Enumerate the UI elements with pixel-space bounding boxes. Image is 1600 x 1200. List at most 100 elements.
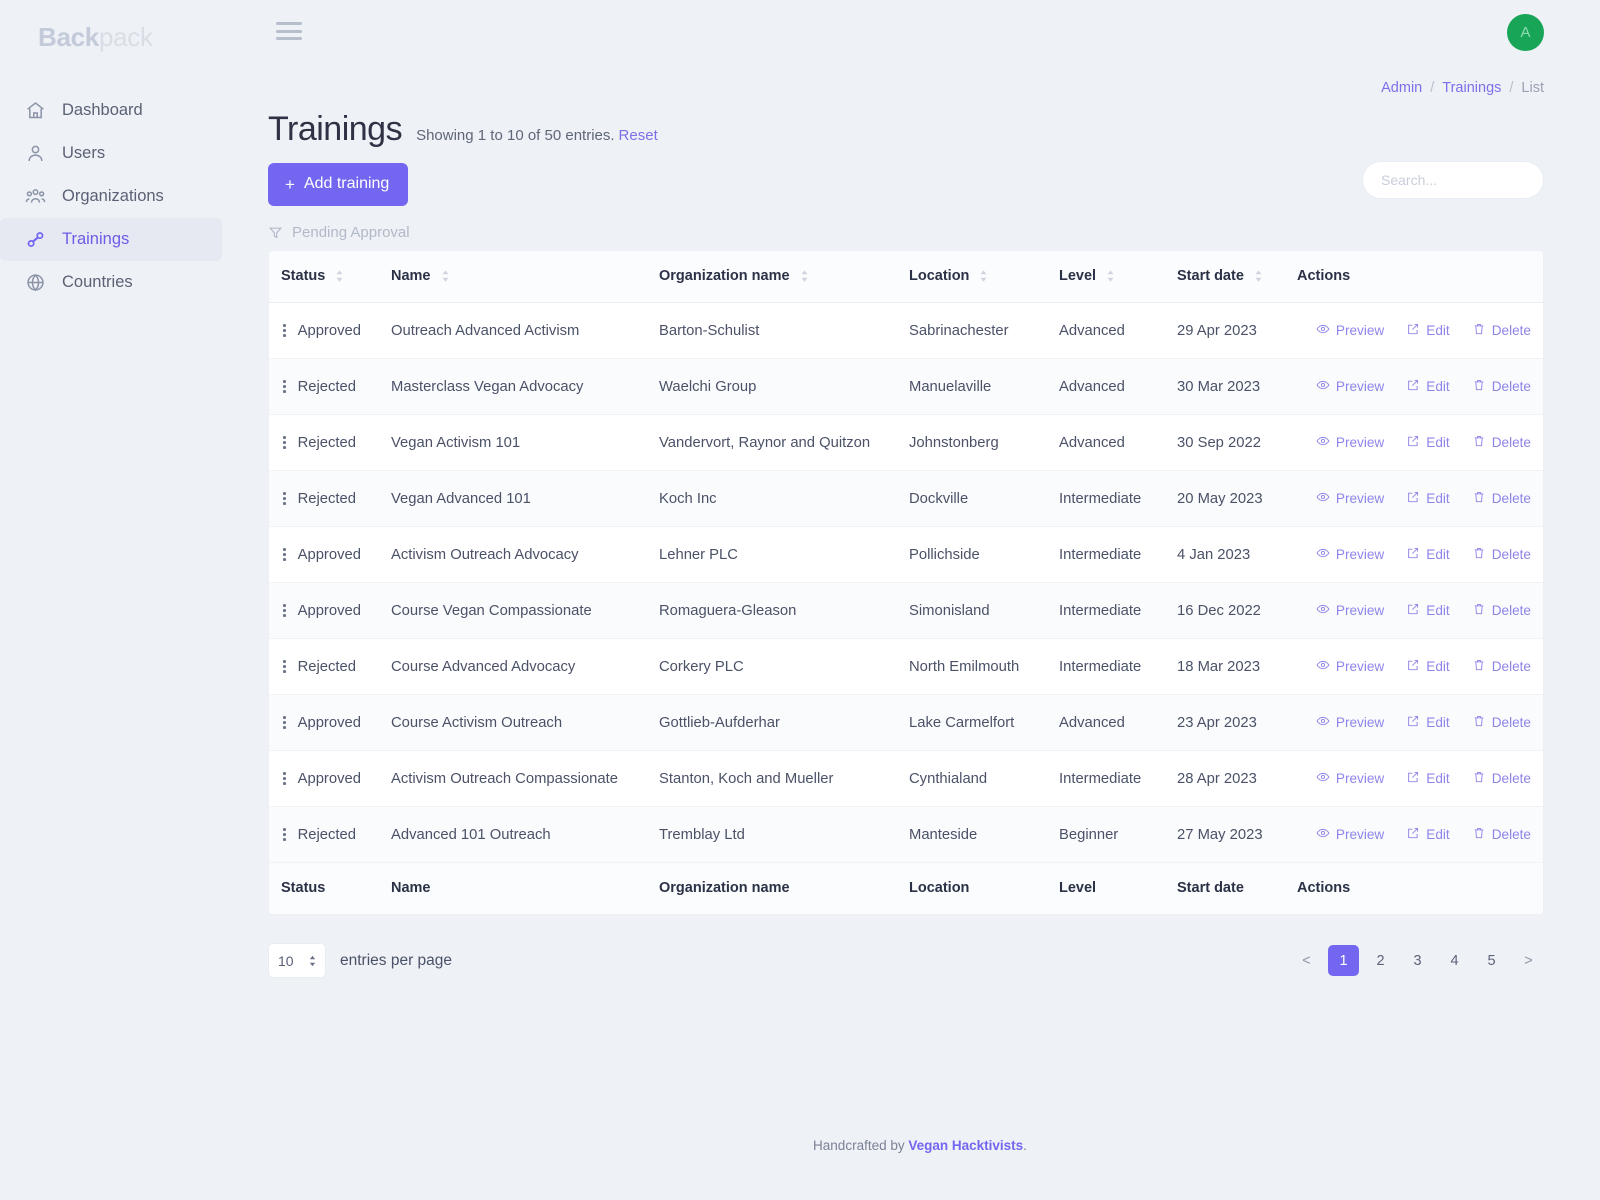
delete-action[interactable]: Delete: [1472, 490, 1531, 507]
cell-location: Pollichside: [909, 526, 1059, 583]
column-header-name[interactable]: Name: [391, 251, 659, 303]
table-row: Approved Activism Outreach Compassionate S…: [269, 750, 1543, 807]
delete-action[interactable]: Delete: [1472, 714, 1531, 731]
entries-per-page-select[interactable]: 10: [268, 943, 326, 978]
edit-action[interactable]: Edit: [1406, 322, 1450, 339]
preview-action[interactable]: Preview: [1316, 770, 1384, 787]
table-row: Rejected Vegan Advanced 101 Koch Inc Dockvi…: [269, 470, 1543, 527]
sidebar-item-label: Dashboard: [62, 101, 143, 119]
preview-action[interactable]: Preview: [1316, 322, 1384, 339]
row-menu-icon[interactable]: [281, 547, 288, 562]
delete-action[interactable]: Delete: [1472, 826, 1531, 843]
footer-link-vegan-hacktivists[interactable]: Vegan Hacktivists: [908, 1138, 1023, 1153]
pagination-prev[interactable]: <: [1291, 945, 1322, 976]
main-content: Trainings Showing 1 to 10 of 50 entries.…: [240, 0, 1600, 978]
sort-icon[interactable]: [800, 269, 809, 283]
eye-icon: [1316, 378, 1330, 395]
delete-label: Delete: [1491, 323, 1531, 338]
pagination-page-5[interactable]: 5: [1476, 945, 1507, 976]
edit-action[interactable]: Edit: [1406, 714, 1450, 731]
sort-icon[interactable]: [441, 269, 450, 283]
preview-action[interactable]: Preview: [1316, 546, 1384, 563]
row-menu-icon[interactable]: [281, 827, 288, 842]
row-menu-icon[interactable]: [281, 435, 288, 450]
trash-icon: [1472, 714, 1486, 731]
cell-start-date: 30 Sep 2022: [1177, 414, 1297, 471]
row-menu-icon[interactable]: [281, 323, 288, 338]
edit-action[interactable]: Edit: [1406, 378, 1450, 395]
pagination-page-3[interactable]: 3: [1402, 945, 1433, 976]
brand-logo[interactable]: Backpack: [0, 14, 240, 53]
status-badge: Approved: [297, 322, 361, 339]
sidebar-item-dashboard[interactable]: Dashboard: [0, 89, 222, 132]
sidebar-item-organizations[interactable]: Organizations: [0, 175, 222, 218]
brand-light: pack: [98, 22, 153, 52]
pagination-next[interactable]: >: [1513, 945, 1544, 976]
preview-action[interactable]: Preview: [1316, 714, 1384, 731]
edit-action[interactable]: Edit: [1406, 546, 1450, 563]
edit-action[interactable]: Edit: [1406, 602, 1450, 619]
column-header-start-date[interactable]: Start date: [1177, 251, 1297, 303]
row-menu-icon[interactable]: [281, 771, 288, 786]
cell-status: Rejected: [269, 414, 391, 471]
preview-action[interactable]: Preview: [1316, 490, 1384, 507]
cell-level: Advanced: [1059, 414, 1177, 471]
cell-location: Johnstonberg: [909, 414, 1059, 471]
edit-action[interactable]: Edit: [1406, 826, 1450, 843]
edit-action[interactable]: Edit: [1406, 770, 1450, 787]
preview-action[interactable]: Preview: [1316, 378, 1384, 395]
eye-icon: [1316, 770, 1330, 787]
column-header-organization-name[interactable]: Organization name: [659, 251, 909, 303]
column-header-location[interactable]: Location: [909, 251, 1059, 303]
sidebar-item-countries[interactable]: Countries: [0, 261, 222, 304]
delete-action[interactable]: Delete: [1472, 434, 1531, 451]
edit-label: Edit: [1426, 435, 1450, 450]
sidebar-item-users[interactable]: Users: [0, 132, 222, 175]
preview-action[interactable]: Preview: [1316, 658, 1384, 675]
edit-label: Edit: [1426, 603, 1450, 618]
column-header-status[interactable]: Status: [269, 251, 391, 303]
sort-icon[interactable]: [1254, 269, 1263, 283]
cell-actions: Preview Edit Delete: [1297, 638, 1543, 695]
sidebar-item-label: Trainings: [62, 230, 130, 248]
edit-action[interactable]: Edit: [1406, 434, 1450, 451]
sort-icon[interactable]: [1106, 269, 1115, 283]
edit-label: Edit: [1426, 659, 1450, 674]
filter-pending-approval[interactable]: Pending Approval: [268, 224, 1544, 241]
delete-action[interactable]: Delete: [1472, 770, 1531, 787]
row-menu-icon[interactable]: [281, 715, 288, 730]
edit-action[interactable]: Edit: [1406, 490, 1450, 507]
cell-location: Dockville: [909, 470, 1059, 527]
search-input[interactable]: [1362, 161, 1544, 199]
row-menu-icon[interactable]: [281, 491, 288, 506]
row-menu-icon[interactable]: [281, 379, 288, 394]
delete-action[interactable]: Delete: [1472, 378, 1531, 395]
footer-prefix: Handcrafted by: [813, 1138, 909, 1153]
table-row: Approved Activism Outreach Advocacy Lehner…: [269, 526, 1543, 583]
trash-icon: [1472, 546, 1486, 563]
pagination-page-4[interactable]: 4: [1439, 945, 1470, 976]
preview-action[interactable]: Preview: [1316, 602, 1384, 619]
preview-action[interactable]: Preview: [1316, 434, 1384, 451]
edit-action[interactable]: Edit: [1406, 658, 1450, 675]
pagination-page-1[interactable]: 1: [1328, 945, 1359, 976]
add-training-button[interactable]: + Add training: [268, 163, 409, 206]
row-menu-icon[interactable]: [281, 659, 288, 674]
delete-action[interactable]: Delete: [1472, 546, 1531, 563]
sidebar-item-trainings[interactable]: Trainings: [0, 218, 222, 261]
pagination-page-2[interactable]: 2: [1365, 945, 1396, 976]
column-label: Level: [1059, 268, 1097, 284]
delete-action[interactable]: Delete: [1472, 322, 1531, 339]
preview-action[interactable]: Preview: [1316, 826, 1384, 843]
delete-action[interactable]: Delete: [1472, 602, 1531, 619]
row-menu-icon[interactable]: [281, 603, 288, 618]
sort-icon[interactable]: [979, 269, 988, 283]
trash-icon: [1472, 658, 1486, 675]
column-header-level[interactable]: Level: [1059, 251, 1177, 303]
delete-action[interactable]: Delete: [1472, 658, 1531, 675]
sort-icon[interactable]: [335, 269, 344, 283]
filter-label: Pending Approval: [292, 224, 410, 241]
cell-name: Outreach Advanced Activism: [391, 302, 659, 359]
reset-link[interactable]: Reset: [619, 127, 658, 144]
cell-level: Intermediate: [1059, 582, 1177, 639]
